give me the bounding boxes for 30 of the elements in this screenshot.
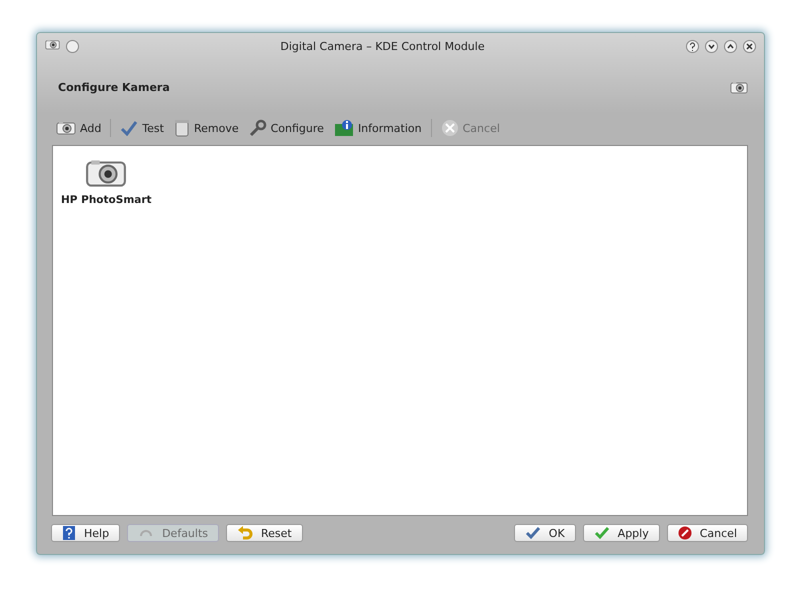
dialog-button[interactable]: Reset: [226, 524, 303, 542]
app-camera-icon: [45, 39, 60, 50]
camera-icon: [730, 80, 748, 94]
dialog-button[interactable]: Apply: [582, 524, 660, 542]
dialog-button[interactable]: Cancel: [666, 524, 748, 542]
minimize-icon[interactable]: [705, 40, 718, 52]
close-icon[interactable]: [743, 40, 756, 52]
toolbar-button[interactable]: Add: [53, 119, 104, 137]
trash-icon: [174, 119, 190, 137]
toolbar-button[interactable]: Information: [330, 117, 425, 139]
module-title: Configure Kamera: [58, 80, 170, 94]
circuit-board-info-icon: [334, 119, 354, 137]
maximize-icon[interactable]: [724, 40, 737, 52]
checkmark-icon: [524, 526, 541, 540]
undo-arrow-icon: [237, 526, 254, 540]
checkmark-icon: [594, 526, 610, 540]
window-title: Digital Camera – KDE Control Module: [279, 40, 486, 52]
camera-item[interactable]: HP PhotoSmart: [59, 156, 154, 208]
cancel-icon: [678, 526, 692, 540]
toolbar-button[interactable]: Test: [117, 118, 167, 138]
cancel-icon: [440, 119, 459, 137]
toolbar-button[interactable]: Remove: [170, 117, 242, 139]
camera-icon: [56, 121, 76, 135]
dialog-button[interactable]: Help: [51, 524, 120, 542]
camera-icon: [85, 158, 128, 188]
checkmark-icon: [120, 120, 138, 136]
help-book-icon: [62, 525, 76, 541]
toolbar-button[interactable]: Configure: [246, 117, 327, 139]
dialog-button[interactable]: OK: [514, 524, 576, 542]
help-icon[interactable]: [686, 40, 699, 52]
